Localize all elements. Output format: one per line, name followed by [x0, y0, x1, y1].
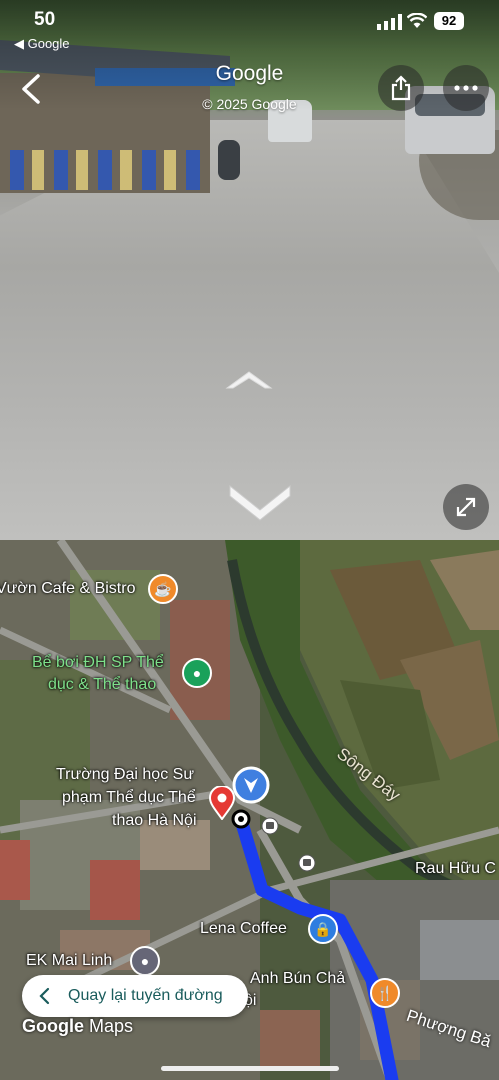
map-label-pool-2[interactable]: dục & Thể thao [48, 676, 156, 694]
street-view-position-icon [232, 766, 270, 804]
move-forward-arrow[interactable] [225, 366, 273, 392]
more-options-button[interactable] [443, 65, 489, 111]
map-label-university-1[interactable]: Trường Đại học Sư [56, 766, 194, 784]
more-dots-icon [454, 85, 478, 91]
expand-fullscreen-button[interactable] [443, 484, 489, 530]
map-label-cafe[interactable]: Vườn Cafe & Bistro [0, 580, 135, 598]
lena-coffee-pin-icon[interactable]: 🔒 [308, 914, 338, 944]
map-label-lena-coffee[interactable]: Lena Coffee [200, 920, 287, 938]
wifi-icon [407, 13, 427, 28]
battery-indicator: 92 [434, 12, 464, 30]
chevron-left-icon [39, 987, 50, 1005]
share-icon [391, 75, 411, 101]
google-maps-logo: Google Maps [22, 1016, 133, 1037]
street-view-panorama[interactable]: 50 ◀ Google 92 Google © 2025 Google [0, 0, 499, 540]
logo-maps-text: Maps [89, 1016, 134, 1036]
status-time: 50 [34, 9, 56, 30]
back-to-route-button[interactable]: Quay lại tuyến đường [22, 975, 248, 1017]
expand-icon [456, 497, 476, 517]
share-button[interactable] [378, 65, 424, 111]
restaurant-pin-icon[interactable]: 🍴 [370, 978, 400, 1008]
motorbike [218, 140, 240, 180]
map-label-bun-cha-1[interactable]: Anh Bún Chả [250, 970, 345, 988]
map-label-pool-1[interactable]: Bể bơi ĐH SP Thể [32, 654, 164, 672]
move-backward-arrow[interactable] [228, 480, 292, 522]
map-label-rau[interactable]: Rau Hữu C [415, 860, 496, 878]
bus-stop-icon-2[interactable] [298, 854, 316, 872]
logo-google-text: Google [22, 1016, 84, 1036]
pool-pin-icon[interactable]: ● [182, 658, 212, 688]
bus-stop-icon[interactable] [261, 817, 279, 835]
map-label-university-2[interactable]: phạm Thể dục Thể [62, 789, 196, 807]
street-view-copyright: © 2025 Google [202, 96, 297, 112]
back-to-google-link[interactable]: ◀ Google [14, 36, 70, 52]
map-label-ek-mai-linh[interactable]: EK Mai Linh [26, 952, 112, 970]
street-view-title: Google [215, 62, 284, 85]
home-indicator[interactable] [161, 1066, 339, 1071]
ek-mai-linh-pin-icon[interactable]: ● [130, 946, 160, 976]
cafe-pin-icon[interactable]: ☕ [148, 574, 178, 604]
plastic-chairs [10, 150, 200, 190]
back-to-route-label: Quay lại tuyến đường [68, 987, 223, 1004]
cellular-signal-icon [377, 14, 402, 30]
status-bar: 50 ◀ Google 92 [0, 0, 499, 51]
map-label-university-3[interactable]: thao Hà Nội [112, 812, 197, 830]
